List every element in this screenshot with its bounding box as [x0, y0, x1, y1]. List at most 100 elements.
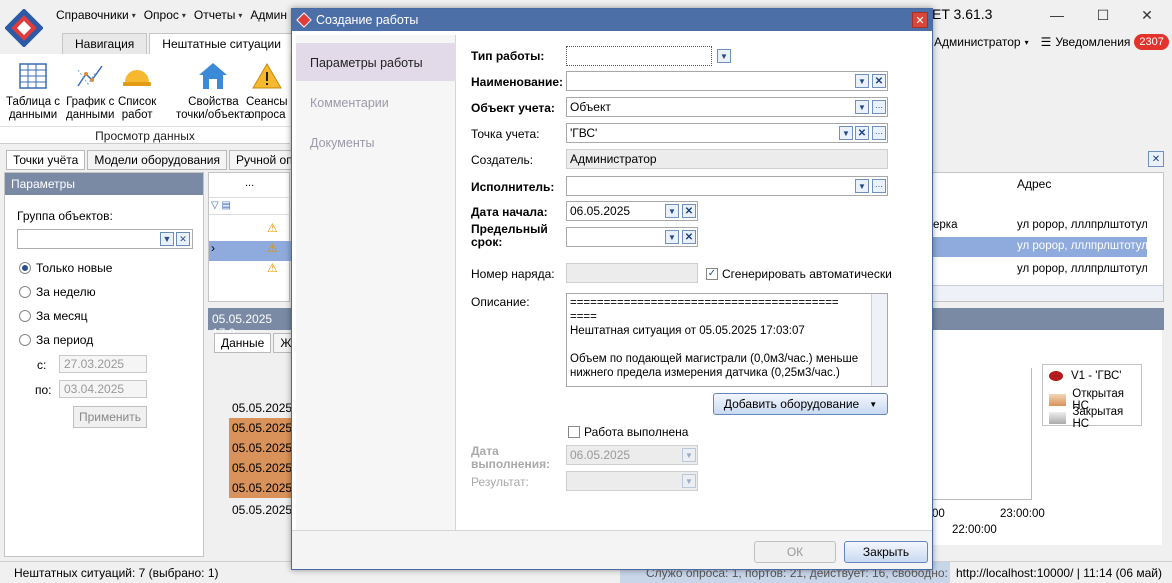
horizontal-scrollbar[interactable] — [933, 285, 1163, 301]
nav-comments[interactable]: Комментарии — [296, 83, 456, 121]
chevron-down-icon[interactable]: ▼ — [665, 230, 679, 244]
tab-data[interactable]: Данные — [214, 333, 272, 353]
more-icon[interactable]: ⋯ — [872, 100, 886, 114]
work-type-select[interactable]: ▼ — [566, 46, 731, 66]
tab-points[interactable]: Точки учёта — [6, 150, 86, 170]
chevron-down-icon[interactable]: ▼ — [717, 49, 731, 63]
x-axis-label: 23:00:00 — [1000, 508, 1045, 520]
clear-icon[interactable]: ✕ — [855, 126, 869, 140]
deadline-field[interactable]: ▼ ✕ — [566, 227, 698, 247]
radio-month[interactable]: За месяц — [19, 309, 88, 323]
ribbon-button-works[interactable]: Список работ — [118, 60, 156, 122]
maximize-icon[interactable]: ☐ — [1080, 0, 1126, 30]
menu-item-references[interactable]: Справочники ▾ — [52, 8, 140, 22]
tab-navigation[interactable]: Навигация — [62, 33, 148, 54]
filter-row[interactable]: ▽ ▤ — [209, 197, 291, 215]
notifications-badge[interactable]: 2307 — [1134, 34, 1169, 50]
clear-icon[interactable]: ✕ — [872, 74, 886, 88]
list-item[interactable]: 05.05.2025 — [229, 398, 292, 418]
chevron-down-icon[interactable]: ▼ — [839, 126, 853, 140]
ribbon-button-sessions[interactable]: Сеансы опроса — [246, 60, 287, 122]
chevron-down-icon[interactable]: ▼ — [855, 100, 869, 114]
dialog-nav: Параметры работы Комментарии Документы — [296, 35, 456, 530]
table-row[interactable]: ⚠ — [209, 261, 291, 281]
tab-equipment-models[interactable]: Модели оборудования — [87, 150, 227, 170]
dialog-close-icon[interactable]: ✕ — [912, 12, 928, 28]
list-item[interactable]: 05.05.2025 — [229, 438, 292, 458]
more-icon[interactable]: ⋯ — [872, 126, 886, 140]
point-label: Точка учета: — [471, 127, 540, 141]
chart-area: 00 23:00:00 22:00:00 — [932, 330, 1162, 545]
name-field[interactable]: ▼ ✕ — [566, 71, 888, 91]
close-button[interactable]: Закрыть — [844, 541, 928, 563]
address-header: Адрес — [1017, 177, 1052, 191]
ribbon-button-table[interactable]: Таблица с данными — [6, 60, 60, 122]
user-name[interactable]: Администратор — [934, 35, 1021, 49]
point-field[interactable]: 'ГВС' ▼ ✕ ⋯ — [566, 123, 888, 143]
chevron-down-icon[interactable]: ▼ — [160, 232, 174, 246]
chevron-down-icon[interactable]: ▼ — [855, 179, 869, 193]
from-date[interactable]: 27.03.2025 — [59, 355, 147, 373]
minimize-icon[interactable]: — — [1034, 0, 1080, 30]
done-date-field: 06.05.2025 ▼ — [566, 445, 698, 465]
auto-generate-checkbox[interactable]: ✓ Сгенерировать автоматически — [706, 267, 892, 281]
sub-tabs: Точки учёта Модели оборудования Ручной о… — [6, 150, 321, 170]
address-cell: ул ророр, лллпрлштотул — [1017, 240, 1147, 252]
ribbon-button-chart[interactable]: График с данными — [66, 60, 114, 122]
main-tabs: Навигация Нештатные ситуации — [62, 33, 296, 54]
nav-work-params[interactable]: Параметры работы — [296, 43, 456, 81]
app-version: ET 3.61.3 — [932, 6, 993, 22]
ok-button[interactable]: ОК — [754, 541, 836, 563]
ribbon: Таблица с данными График с данными Списо… — [0, 54, 290, 144]
lower-tabs: Данные Ж — [214, 333, 300, 353]
creator-field: Администратор — [566, 149, 888, 169]
clear-icon[interactable]: ✕ — [176, 232, 190, 246]
add-equipment-button[interactable]: Добавить оборудование ▼ — [713, 393, 888, 415]
object-field[interactable]: Объект ▼ ⋯ — [566, 97, 888, 117]
chevron-down-icon[interactable]: ▼ — [665, 204, 679, 218]
to-date[interactable]: 03.04.2025 — [59, 380, 147, 398]
start-date-field[interactable]: 06.05.2025 ▼ ✕ — [566, 201, 698, 221]
nav-documents[interactable]: Документы — [296, 123, 456, 161]
menu-item-poll[interactable]: Опрос ▾ — [140, 8, 190, 22]
close-window-icon[interactable]: ✕ — [1124, 0, 1170, 30]
list-item[interactable]: 05.05.2025 — [229, 478, 292, 498]
menu-item-admin[interactable]: Админ — [246, 8, 291, 22]
list-item[interactable]: 05.05.2025 — [229, 500, 292, 520]
radio-only-new[interactable]: Только новые — [19, 261, 112, 275]
helmet-icon — [123, 70, 152, 86]
app-icon — [296, 12, 312, 28]
clear-icon[interactable]: ✕ — [682, 230, 696, 244]
event-bar: 05.05.2025 17:0 — [208, 308, 292, 340]
work-done-checkbox[interactable]: Работа выполнена — [568, 425, 688, 439]
list-icon: ☰ — [1040, 35, 1052, 49]
ribbon-button-properties[interactable]: Свойства точки/объекта — [176, 60, 251, 122]
radio-period[interactable]: За период — [19, 333, 93, 347]
tab-incidents[interactable]: Нештатные ситуации — [149, 33, 294, 54]
dialog-footer: ОК Закрыть — [292, 530, 932, 569]
address-cell: ул ророр, лллпрлштотул — [1017, 219, 1147, 231]
close-panel-icon[interactable]: ✕ — [1148, 151, 1164, 167]
clear-icon[interactable]: ✕ — [682, 204, 696, 218]
notifications-label[interactable]: Уведомления — [1055, 35, 1130, 49]
description-field[interactable]: ========================================… — [566, 293, 888, 387]
creator-label: Создатель: — [471, 153, 534, 167]
list-item[interactable]: 05.05.2025 — [229, 458, 292, 478]
executor-field[interactable]: ▼ ⋯ — [566, 176, 888, 196]
grid-column-header: ... — [245, 177, 255, 189]
status-url: http://localhost:10000/ | 11:14 (06 май) — [956, 566, 1162, 580]
menu-item-reports[interactable]: Отчеты ▾ — [190, 8, 247, 22]
chart-legend: V1 - 'ГВС' Открытая НС Закрытая НС — [1042, 364, 1142, 430]
table-row[interactable]: ⚠ — [209, 221, 291, 241]
address-cell: ул ророр, лллпрлштотул — [1017, 263, 1147, 275]
params-panel-title: Параметры — [5, 173, 203, 195]
table-row-selected[interactable]: › ⚠ — [209, 241, 291, 261]
vertical-scrollbar[interactable] — [871, 294, 887, 386]
result-field: ▼ — [566, 471, 698, 491]
list-item[interactable]: 05.05.2025 — [229, 418, 292, 438]
apply-button[interactable]: Применить — [73, 406, 147, 428]
group-select[interactable]: ▼ ✕ — [17, 229, 193, 249]
chevron-down-icon[interactable]: ▼ — [855, 74, 869, 88]
more-icon[interactable]: ⋯ — [872, 179, 886, 193]
radio-week[interactable]: За неделю — [19, 285, 96, 299]
